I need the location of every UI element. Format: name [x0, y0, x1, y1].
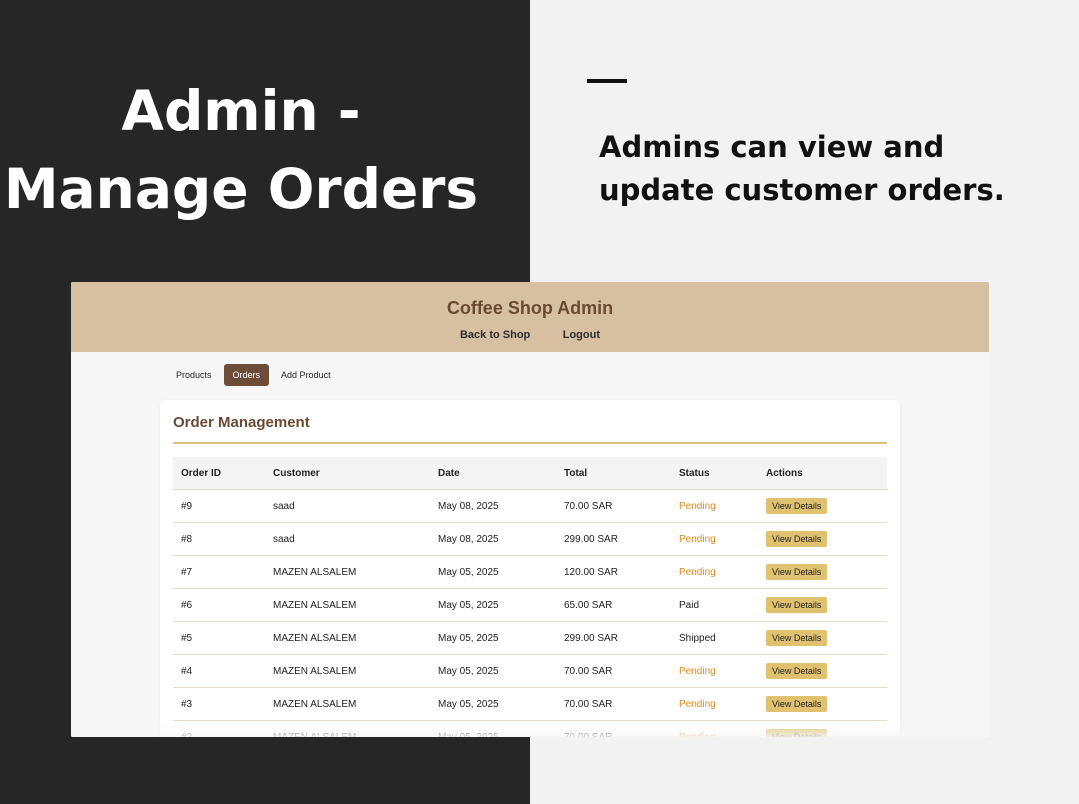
view-details-button[interactable]: View Details [766, 531, 828, 547]
date-cell: May 05, 2025 [430, 654, 556, 688]
card-title: Order Management [173, 414, 310, 431]
slide-title: Admin - Manage Orders [3, 79, 479, 221]
orders-table: Order ID Customer Date Total Status Acti… [173, 457, 887, 737]
logout-link[interactable]: Logout [563, 329, 600, 341]
accent-dash [587, 79, 627, 83]
order-id-cell: #8 [173, 522, 265, 556]
actions-cell: View Details [758, 555, 887, 589]
table-row: #8 saad May 08, 2025 299.00 SAR Pending View … [173, 522, 887, 556]
table-row: #9 saad May 08, 2025 70.00 SAR Pending View D… [173, 489, 887, 523]
total-cell: 299.00 SAR [556, 621, 671, 655]
column-header-total: Total [556, 457, 671, 490]
date-cell: May 05, 2025 [430, 555, 556, 589]
column-header-date: Date [430, 457, 556, 490]
column-header-status: Status [671, 457, 758, 490]
customer-cell: MAZEN ALSALEM [265, 654, 430, 688]
order-id-cell: #7 [173, 555, 265, 589]
view-details-button[interactable]: View Details [766, 564, 828, 580]
header-nav: Back to Shop Logout [71, 325, 989, 343]
status-cell: Pending [671, 687, 758, 721]
order-id-cell: #5 [173, 621, 265, 655]
column-header-actions: Actions [758, 457, 887, 490]
date-cell: May 05, 2025 [430, 687, 556, 721]
actions-cell: View Details [758, 621, 887, 655]
total-cell: 120.00 SAR [556, 555, 671, 589]
admin-tabs: Products Orders Add Product [167, 364, 343, 386]
tab-orders[interactable]: Orders [223, 364, 270, 386]
slide-description: Admins can view and update customer orde… [599, 130, 1005, 207]
view-details-button[interactable]: View Details [766, 630, 828, 646]
back-to-shop-link[interactable]: Back to Shop [460, 329, 530, 341]
status-cell: Pending [671, 654, 758, 688]
actions-cell: View Details [758, 522, 887, 556]
total-cell: 65.00 SAR [556, 588, 671, 622]
table-row: #3 MAZEN ALSALEM May 05, 2025 70.00 SAR Pend… [173, 687, 887, 721]
app-title: Coffee Shop Admin [446, 298, 614, 318]
actions-cell: View Details [758, 489, 887, 523]
status-cell: Pending [671, 555, 758, 589]
order-id-cell: #9 [173, 489, 265, 523]
status-cell: Pending [671, 489, 758, 523]
customer-cell: MAZEN ALSALEM [265, 555, 430, 589]
screenshot-bottom-fade [71, 722, 989, 737]
total-cell: 70.00 SAR [556, 654, 671, 688]
table-row: #6 MAZEN ALSALEM May 05, 2025 65.00 SAR Paid… [173, 588, 887, 622]
tab-add-product[interactable]: Add Product [272, 364, 340, 386]
column-header-order-id: Order ID [173, 457, 265, 490]
status-cell: Paid [671, 588, 758, 622]
actions-cell: View Details [758, 588, 887, 622]
total-cell: 299.00 SAR [556, 522, 671, 556]
orders-table-body: #9 saad May 08, 2025 70.00 SAR Pending View D… [173, 489, 887, 737]
status-cell: Pending [671, 522, 758, 556]
date-cell: May 05, 2025 [430, 621, 556, 655]
table-row: #5 MAZEN ALSALEM May 05, 2025 299.00 SAR Shi… [173, 621, 887, 655]
total-cell: 70.00 SAR [556, 489, 671, 523]
date-cell: May 08, 2025 [430, 522, 556, 556]
customer-cell: MAZEN ALSALEM [265, 621, 430, 655]
tab-products[interactable]: Products [167, 364, 221, 386]
table-row: #4 MAZEN ALSALEM May 05, 2025 70.00 SAR Pend… [173, 654, 887, 688]
order-management-card: Order Management Order ID Customer Date … [160, 400, 900, 737]
view-details-button[interactable]: View Details [766, 663, 828, 679]
customer-cell: saad [265, 489, 430, 523]
order-id-cell: #6 [173, 588, 265, 622]
actions-cell: View Details [758, 687, 887, 721]
status-cell: Shipped [671, 621, 758, 655]
app-screenshot: Coffee Shop Admin Back to Shop Logout Pr… [71, 282, 989, 737]
actions-cell: View Details [758, 654, 887, 688]
table-header-row: Order ID Customer Date Total Status Acti… [173, 457, 887, 490]
view-details-button[interactable]: View Details [766, 696, 828, 712]
title-divider [173, 442, 887, 444]
total-cell: 70.00 SAR [556, 687, 671, 721]
app-header: Coffee Shop Admin Back to Shop Logout [71, 282, 989, 352]
date-cell: May 05, 2025 [430, 588, 556, 622]
customer-cell: MAZEN ALSALEM [265, 687, 430, 721]
order-id-cell: #4 [173, 654, 265, 688]
view-details-button[interactable]: View Details [766, 498, 828, 514]
date-cell: May 08, 2025 [430, 489, 556, 523]
table-row: #7 MAZEN ALSALEM May 05, 2025 120.00 SAR Pen… [173, 555, 887, 589]
customer-cell: saad [265, 522, 430, 556]
view-details-button[interactable]: View Details [766, 597, 828, 613]
order-id-cell: #3 [173, 687, 265, 721]
column-header-customer: Customer [265, 457, 430, 490]
customer-cell: MAZEN ALSALEM [265, 588, 430, 622]
